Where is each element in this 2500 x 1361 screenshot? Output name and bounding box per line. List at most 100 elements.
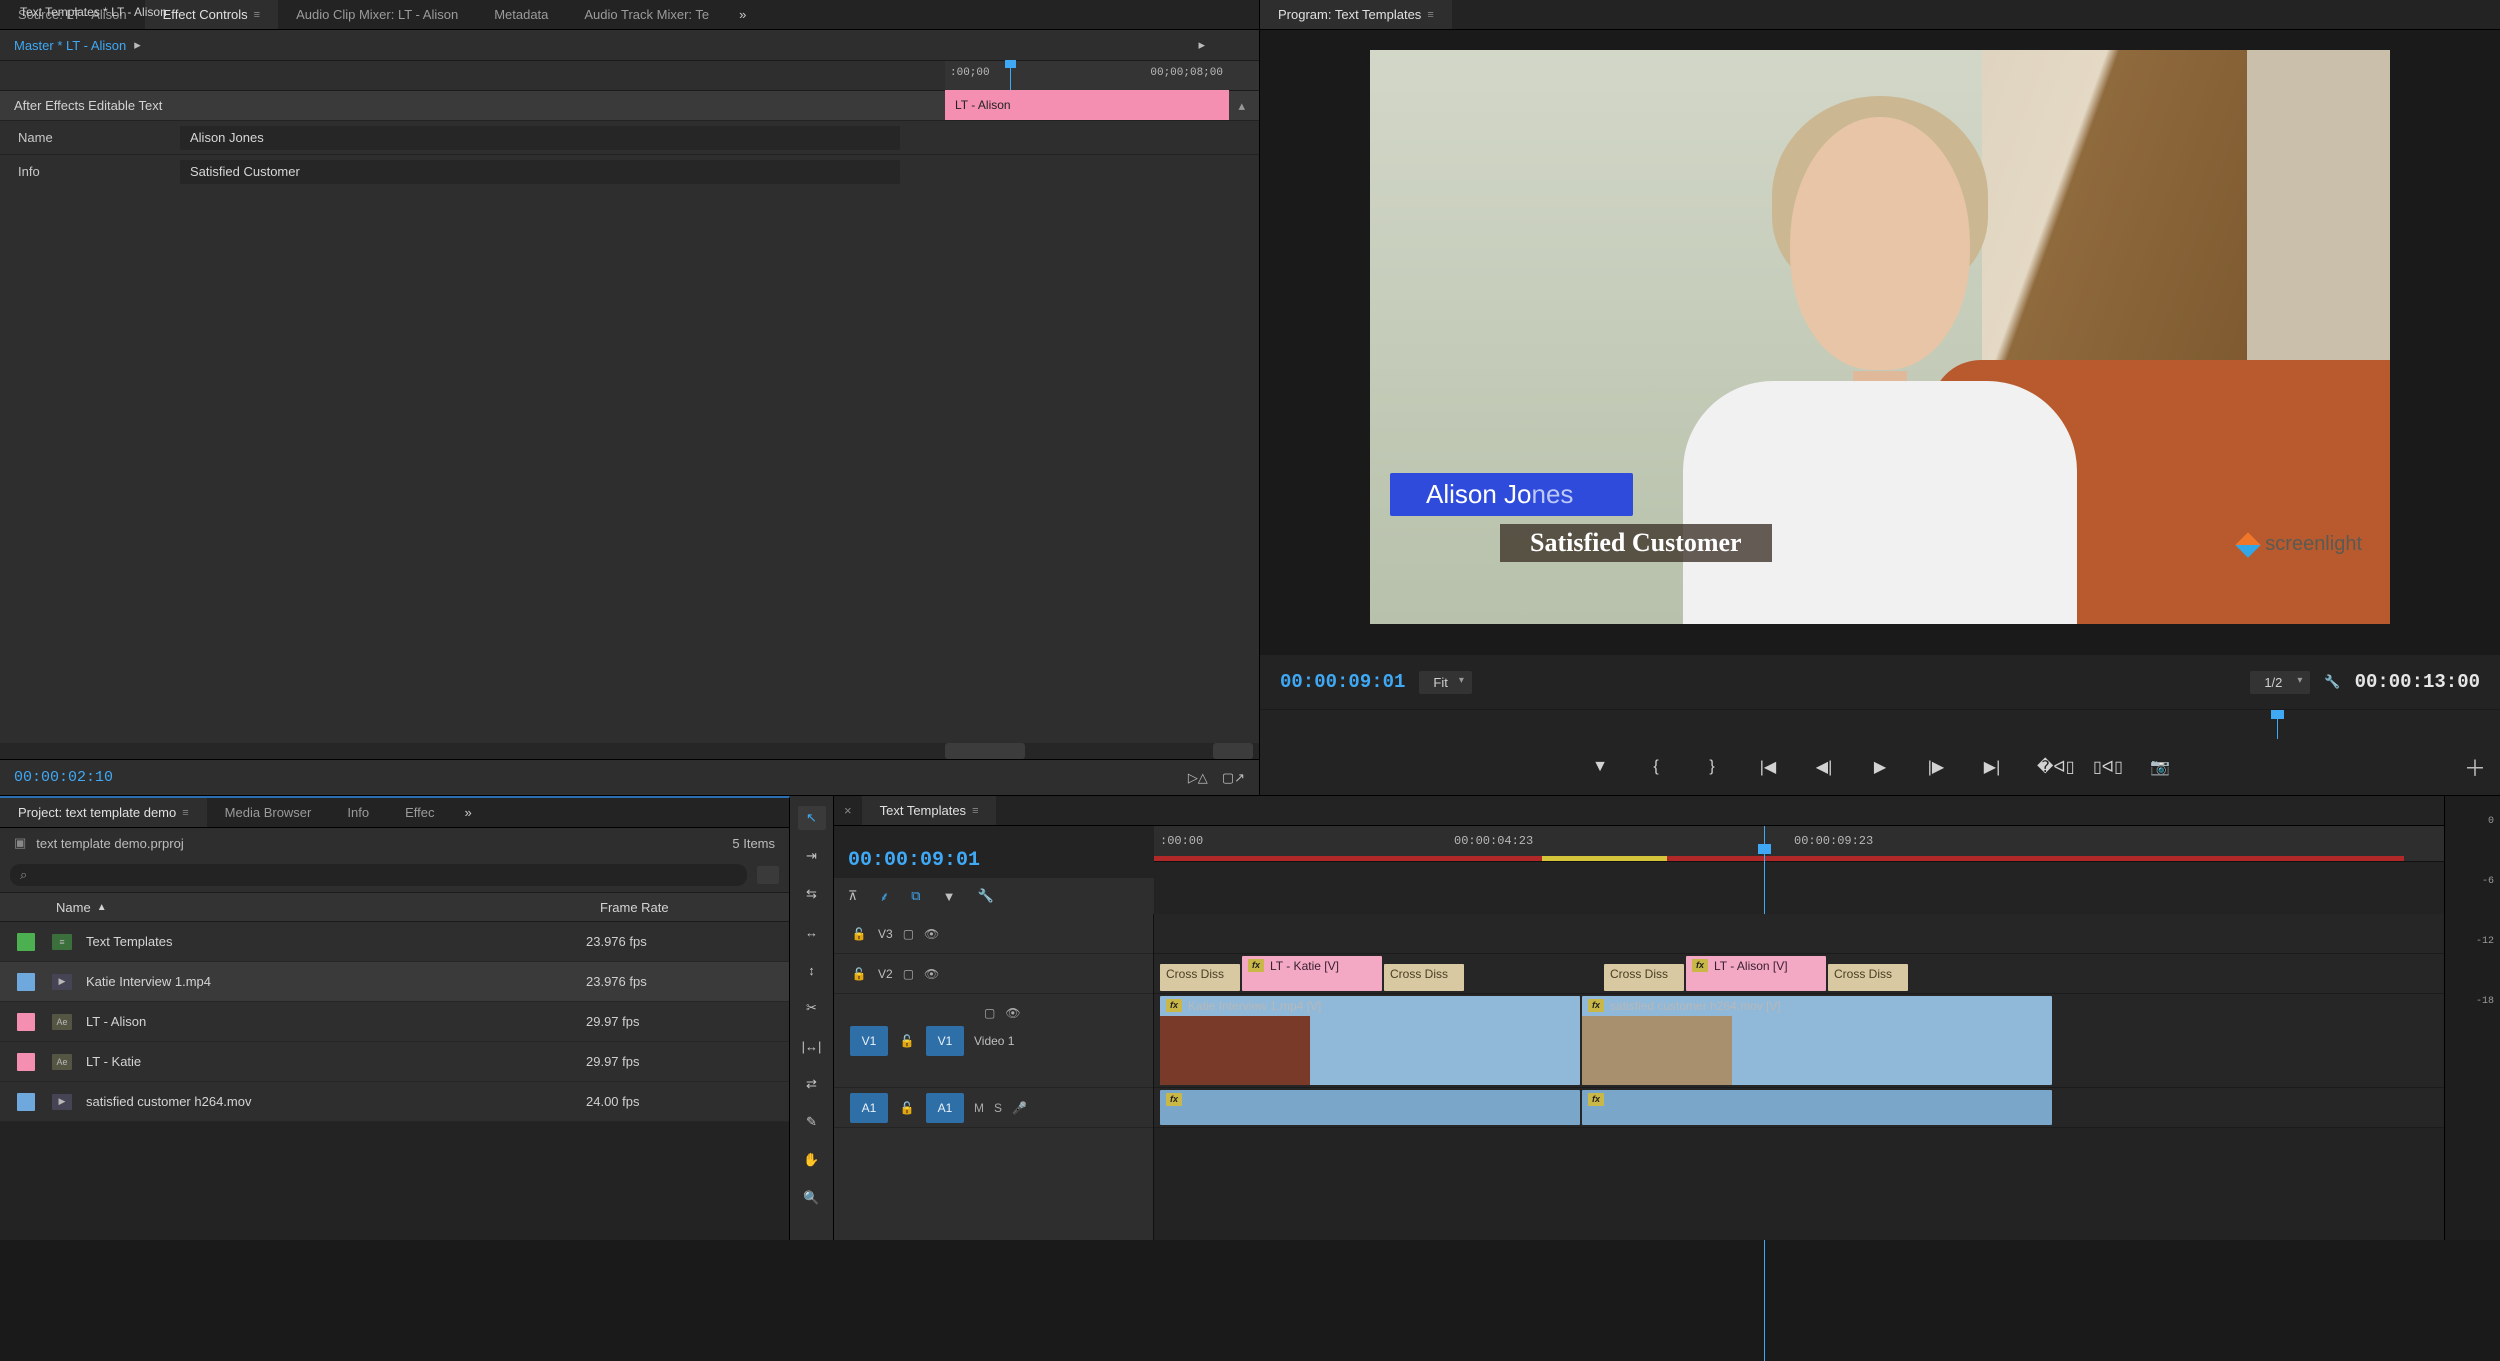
step-forward-icon[interactable]: |▶ bbox=[1925, 757, 1947, 777]
transition-cross-dissolve[interactable]: Cross Diss bbox=[1384, 964, 1464, 991]
voice-over-record-icon[interactable]: 🎤 bbox=[1012, 1101, 1027, 1115]
solo-icon[interactable]: S bbox=[994, 1101, 1002, 1115]
track-select-forward-tool-icon[interactable]: ⇥ bbox=[798, 844, 826, 868]
work-area-bar[interactable] bbox=[1154, 856, 2404, 861]
playback-resolution-dropdown[interactable]: 1/2 bbox=[2250, 671, 2310, 694]
audio-clip[interactable]: fx bbox=[1160, 1090, 1580, 1125]
mute-icon[interactable]: M bbox=[974, 1101, 984, 1115]
lock-icon[interactable]: 🔓 bbox=[850, 967, 868, 981]
sync-lock-icon[interactable]: ▢ bbox=[984, 1006, 995, 1020]
transition-cross-dissolve[interactable]: Cross Diss bbox=[1604, 964, 1684, 991]
lock-icon[interactable]: 🔓 bbox=[898, 1101, 916, 1115]
program-playhead[interactable] bbox=[2277, 710, 2278, 739]
play-icon[interactable]: ▶ bbox=[1869, 757, 1891, 777]
clip-satisfied-customer[interactable]: fxsatisfied customer h264.mov [V] bbox=[1582, 996, 2052, 1085]
target-track-v1[interactable]: V1 bbox=[926, 1026, 964, 1056]
tab-metadata[interactable]: Metadata bbox=[476, 0, 566, 29]
tab-info[interactable]: Info bbox=[329, 798, 387, 827]
source-patch-a1[interactable]: A1 bbox=[850, 1093, 888, 1123]
tab-audio-track-mixer[interactable]: Audio Track Mixer: Te bbox=[566, 0, 727, 29]
export-frame-icon[interactable]: ▢↗ bbox=[1222, 770, 1245, 786]
mark-in-bracket-icon[interactable]: { bbox=[1645, 758, 1667, 776]
target-track-a1[interactable]: A1 bbox=[926, 1093, 964, 1123]
go-to-in-icon[interactable]: |◀ bbox=[1757, 757, 1779, 777]
goto-arrow-icon[interactable]: ▸ bbox=[1198, 37, 1205, 53]
lock-icon[interactable]: 🔓 bbox=[898, 1034, 916, 1048]
tabs-overflow-icon[interactable]: » bbox=[727, 7, 758, 22]
mark-out-bracket-icon[interactable]: } bbox=[1701, 758, 1723, 776]
timeline-ruler[interactable]: :00:00 00:00:04:23 00:00:09:23 bbox=[1154, 826, 2444, 862]
button-editor-add-icon[interactable]: ＋ bbox=[2464, 751, 2486, 783]
panel-menu-icon[interactable]: ≡ bbox=[182, 807, 188, 819]
tab-sequence[interactable]: Text Templates ≡ bbox=[862, 796, 997, 825]
toggle-track-output-icon[interactable]: 👁 bbox=[924, 967, 939, 981]
pen-tool-icon[interactable]: ✎ bbox=[798, 1110, 826, 1134]
toggle-track-output-icon[interactable]: 👁 bbox=[924, 927, 939, 941]
lock-icon[interactable]: 🔓 bbox=[850, 927, 868, 941]
transition-cross-dissolve[interactable]: Cross Diss bbox=[1828, 964, 1908, 991]
extract-icon[interactable]: ▯ᐊ▯ bbox=[2093, 757, 2115, 777]
info-input[interactable]: Satisfied Customer bbox=[180, 160, 900, 184]
mark-in-icon[interactable]: ▼ bbox=[1589, 758, 1611, 776]
rolling-edit-tool-icon[interactable]: ↔ bbox=[798, 920, 826, 944]
new-bin-icon[interactable] bbox=[757, 866, 779, 884]
slide-tool-icon[interactable]: ⇄ bbox=[798, 1072, 826, 1096]
hand-tool-icon[interactable]: ✋ bbox=[798, 1148, 826, 1172]
clip-lt-katie[interactable]: fxLT - Katie [V] bbox=[1242, 956, 1382, 991]
linked-selection-icon[interactable]: ⧉ bbox=[911, 888, 920, 904]
audio-clip[interactable]: fx bbox=[1582, 1090, 2052, 1125]
panel-menu-icon[interactable]: ≡ bbox=[254, 9, 260, 21]
sync-lock-icon[interactable]: ▢ bbox=[903, 967, 914, 981]
selection-tool-icon[interactable]: ↖ bbox=[798, 806, 826, 830]
toggle-track-output-icon[interactable]: 👁 bbox=[1005, 1006, 1020, 1020]
go-to-out-icon[interactable]: ▶| bbox=[1981, 757, 2003, 777]
timeline-tracks-area[interactable]: Cross Diss fxLT - Katie [V] Cross Diss C… bbox=[1154, 914, 2444, 1240]
program-current-timecode[interactable]: 00:00:09:01 bbox=[1280, 671, 1405, 693]
razor-tool-icon[interactable]: ✂ bbox=[798, 996, 826, 1020]
effect-controls-scrollbar[interactable] bbox=[0, 743, 1259, 759]
lift-icon[interactable]: �ᐊ▯ bbox=[2037, 757, 2059, 777]
export-frame-icon[interactable]: 📷 bbox=[2149, 757, 2171, 777]
tab-media-browser[interactable]: Media Browser bbox=[207, 798, 330, 827]
track-v1[interactable]: fxKatie Interview 1.mp4 [V] fxsatisfied … bbox=[1154, 994, 2444, 1088]
track-v2[interactable]: Cross Diss fxLT - Katie [V] Cross Diss C… bbox=[1154, 954, 2444, 994]
source-patch-v1[interactable]: V1 bbox=[850, 1026, 888, 1056]
tab-audio-clip-mixer[interactable]: Audio Clip Mixer: LT - Alison bbox=[278, 0, 476, 29]
clip-katie-interview[interactable]: fxKatie Interview 1.mp4 [V] bbox=[1160, 996, 1580, 1085]
track-header-a1[interactable]: A1 🔓 A1 M S 🎤 bbox=[834, 1088, 1153, 1128]
transition-cross-dissolve[interactable]: Cross Diss bbox=[1160, 964, 1240, 991]
col-frame-rate[interactable]: Frame Rate bbox=[592, 900, 789, 915]
sync-lock-icon[interactable]: ▢ bbox=[903, 927, 914, 941]
tab-effects[interactable]: Effec bbox=[387, 798, 452, 827]
effect-clip-bar[interactable]: LT - Alison bbox=[945, 90, 1229, 120]
zoom-tool-icon[interactable]: 🔍 bbox=[798, 1186, 826, 1210]
clip-lt-alison[interactable]: fxLT - Alison [V] bbox=[1686, 956, 1826, 991]
section-collapse-icon[interactable]: ▴ bbox=[1238, 98, 1245, 114]
panel-menu-icon[interactable]: ≡ bbox=[972, 805, 978, 817]
snap-icon[interactable]: ⸙ bbox=[880, 887, 890, 905]
loop-playback-icon[interactable]: ▷△ bbox=[1188, 770, 1208, 786]
ripple-edit-tool-icon[interactable]: ⇆ bbox=[798, 882, 826, 906]
track-header-v1[interactable]: V1 🔓 V1 Video 1 ▢👁 bbox=[834, 994, 1153, 1088]
step-back-icon[interactable]: ◀| bbox=[1813, 757, 1835, 777]
program-scrubber[interactable] bbox=[1260, 709, 2500, 739]
nest-toggle-icon[interactable]: ⊼ bbox=[848, 888, 858, 904]
marker-icon[interactable]: ▼ bbox=[943, 889, 956, 904]
tab-program[interactable]: Program: Text Templates ≡ bbox=[1260, 0, 1452, 29]
track-header-v2[interactable]: 🔓 V2 ▢👁 bbox=[834, 954, 1153, 994]
track-v3[interactable] bbox=[1154, 914, 2444, 954]
settings-wrench-icon[interactable]: 🔧 bbox=[2324, 674, 2340, 690]
close-sequence-icon[interactable]: × bbox=[834, 803, 862, 818]
program-viewport[interactable]: Alison Jones Satisfied Customer screenli… bbox=[1260, 30, 2500, 655]
name-input[interactable]: Alison Jones bbox=[180, 126, 900, 150]
effect-mini-timeline[interactable]: :00;00 00;00;08;00 bbox=[0, 60, 1259, 90]
rate-stretch-tool-icon[interactable]: ↕ bbox=[798, 958, 826, 982]
zoom-fit-dropdown[interactable]: Fit bbox=[1419, 671, 1471, 694]
timeline-timecode[interactable]: 00:00:09:01 bbox=[848, 849, 980, 872]
slip-tool-icon[interactable]: |↔| bbox=[798, 1034, 826, 1058]
timeline-settings-wrench-icon[interactable]: 🔧 bbox=[977, 888, 993, 904]
track-a1[interactable]: fx fx bbox=[1154, 1088, 2444, 1128]
panel-menu-icon[interactable]: ≡ bbox=[1427, 9, 1433, 21]
track-header-v3[interactable]: 🔓 V3 ▢👁 bbox=[834, 914, 1153, 954]
mini-timeline-playhead[interactable] bbox=[1010, 61, 1011, 90]
